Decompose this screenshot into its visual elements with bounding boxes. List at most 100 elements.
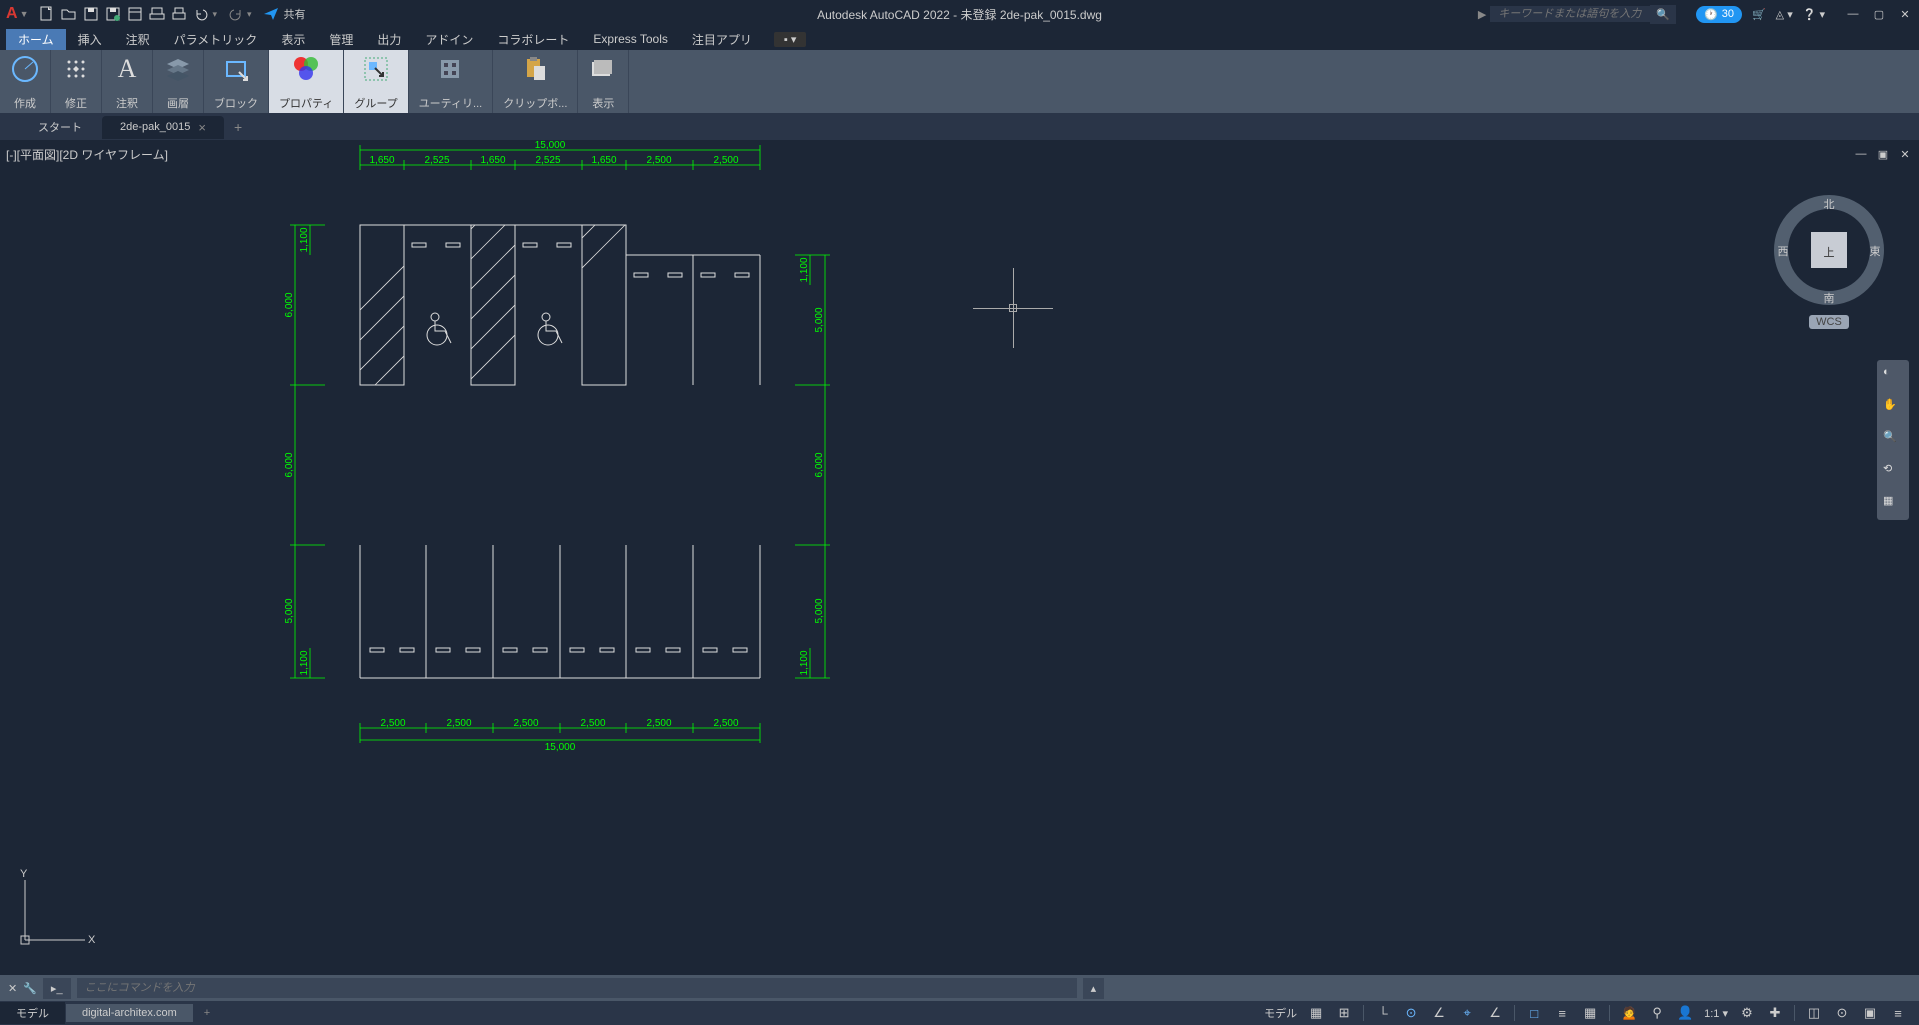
cmd-customize-icon[interactable]: 🔧 [23, 982, 37, 995]
open-icon[interactable] [59, 4, 79, 24]
share-icon[interactable] [261, 4, 281, 24]
close-button[interactable]: ✕ [1897, 6, 1913, 22]
vp-close-icon[interactable]: ✕ [1897, 146, 1913, 162]
minimize-button[interactable]: — [1845, 6, 1861, 22]
search-input[interactable] [1490, 6, 1650, 22]
status-tab-model[interactable]: モデル [0, 1002, 65, 1024]
undo-icon[interactable] [191, 4, 211, 24]
cmd-expand-icon[interactable]: ▴ [1083, 978, 1105, 999]
annoscale-icon[interactable]: 🙍 [1616, 1002, 1642, 1024]
annomonitor-icon[interactable]: ✚ [1762, 1002, 1788, 1024]
block-icon [221, 54, 251, 84]
cleanscreen-icon[interactable]: ▣ [1857, 1002, 1883, 1024]
ribbon-annotation[interactable]: A 注釈 [102, 50, 153, 113]
viewcube[interactable]: 北 南 西 東 上 WCS [1769, 180, 1889, 300]
command-input[interactable] [77, 978, 1077, 998]
ribbon-clipboard[interactable]: クリップボ... [493, 50, 578, 113]
viewport-label[interactable]: [-][平面図][2D ワイヤフレーム] [6, 146, 168, 163]
menu-manage[interactable]: 管理 [317, 29, 365, 50]
redo-icon[interactable] [226, 4, 246, 24]
annoauto-icon[interactable]: 👤 [1672, 1002, 1698, 1024]
properties-icon [291, 54, 321, 84]
ribbon-layers[interactable]: 画層 [153, 50, 204, 113]
status-tab-add[interactable]: + [194, 1004, 220, 1022]
save-icon[interactable] [81, 4, 101, 24]
otrack-icon[interactable]: ∠ [1482, 1002, 1508, 1024]
svg-text:1,650: 1,650 [591, 155, 616, 166]
trial-days: 30 [1722, 8, 1734, 20]
menu-home[interactable]: ホーム [6, 29, 66, 50]
maximize-button[interactable]: ▢ [1871, 6, 1887, 22]
group-icon [361, 54, 391, 84]
ribbon-modify[interactable]: 修正 [51, 50, 102, 113]
lineweight-icon[interactable]: ≡ [1549, 1002, 1575, 1024]
polar-icon[interactable]: ⊙ [1398, 1002, 1424, 1024]
ribbon-block[interactable]: ブロック [204, 50, 269, 113]
status-model-label[interactable]: モデル [1260, 1005, 1301, 1021]
account-icon[interactable]: ◬ ▾ [1776, 8, 1793, 21]
svg-text:5,000: 5,000 [814, 598, 825, 623]
ribbon-utilities[interactable]: ユーティリ... [409, 50, 494, 113]
svg-text:15,000: 15,000 [535, 140, 566, 151]
menu-output[interactable]: 出力 [365, 29, 413, 50]
menu-view[interactable]: 表示 [269, 29, 317, 50]
new-icon[interactable] [37, 4, 57, 24]
pan-icon[interactable]: ✋ [1883, 398, 1903, 418]
cmd-close-icon[interactable]: ✕ [8, 982, 17, 995]
showmotion-icon[interactable]: ▦ [1883, 494, 1903, 514]
web-icon[interactable] [125, 4, 145, 24]
share-label[interactable]: 共有 [284, 6, 306, 22]
customize-icon[interactable]: ≡ [1885, 1002, 1911, 1024]
vp-minimize-icon[interactable]: — [1853, 146, 1869, 162]
menu-collaborate[interactable]: コラボレート [485, 29, 581, 50]
menu-express[interactable]: Express Tools [581, 30, 679, 48]
menu-addins[interactable]: アドイン [413, 29, 485, 50]
undo-dropdown[interactable]: ▾ [212, 9, 217, 20]
fullnav-icon[interactable]: ◐ [1883, 366, 1903, 386]
plot-icon[interactable] [147, 4, 167, 24]
menu-insert[interactable]: 挿入 [66, 29, 114, 50]
zoom-icon[interactable]: 🔍 [1883, 430, 1903, 450]
cart-icon[interactable]: 🛒 [1752, 8, 1766, 21]
ribbon-view[interactable]: 表示 [578, 50, 629, 113]
vp-maximize-icon[interactable]: ▣ [1875, 146, 1891, 162]
ribbon-groups[interactable]: グループ [344, 50, 408, 113]
tab-start[interactable]: スタート [20, 115, 100, 139]
hardware-icon[interactable]: ⊙ [1829, 1002, 1855, 1024]
menu-annotate[interactable]: 注釈 [114, 29, 162, 50]
tab-file[interactable]: 2de-pak_0015 × [102, 116, 224, 139]
snapmode-icon[interactable]: ⊞ [1331, 1002, 1357, 1024]
trial-badge[interactable]: 🕐 30 [1696, 6, 1742, 23]
scale-label[interactable]: 1:1 ▾ [1700, 1007, 1732, 1020]
object-snap-icon[interactable]: □ [1521, 1002, 1547, 1024]
utilities-icon [435, 54, 465, 84]
move-icon [61, 54, 91, 84]
isodraft-icon[interactable]: ∠ [1426, 1002, 1452, 1024]
redo-dropdown[interactable]: ▾ [247, 9, 252, 20]
tab-label: スタート [38, 119, 82, 135]
menu-parametric[interactable]: パラメトリック [162, 29, 270, 50]
orbit-icon[interactable]: ⟲ [1883, 462, 1903, 482]
osnap-icon[interactable]: ⌖ [1454, 1002, 1480, 1024]
help-icon[interactable]: ❔ ▾ [1803, 8, 1825, 21]
svg-text:15,000: 15,000 [545, 742, 576, 753]
saveas-icon[interactable] [103, 4, 123, 24]
drawing-canvas[interactable]: [-][平面図][2D ワイヤフレーム] — ▣ ✕ 15,000 1,650 … [0, 140, 1919, 975]
print-icon[interactable] [169, 4, 189, 24]
app-menu-arrow[interactable]: ▼ [20, 9, 29, 19]
tab-close-icon[interactable]: × [198, 120, 206, 135]
search-icon[interactable]: 🔍 [1650, 5, 1676, 24]
annoall-icon[interactable]: ⚲ [1644, 1002, 1670, 1024]
svg-text:2,500: 2,500 [446, 718, 471, 729]
ribbon-draw[interactable]: 作成 [0, 50, 51, 113]
menu-switch[interactable]: ▪ ▾ [774, 32, 806, 47]
isolate-icon[interactable]: ◫ [1801, 1002, 1827, 1024]
transparency-icon[interactable]: ▦ [1577, 1002, 1603, 1024]
grid-icon[interactable]: ▦ [1303, 1002, 1329, 1024]
status-tab-layout[interactable]: digital-architex.com [66, 1004, 193, 1022]
menu-featured[interactable]: 注目アプリ [680, 29, 764, 50]
ortho-icon[interactable]: └ [1370, 1002, 1396, 1024]
ribbon-properties[interactable]: プロパティ [269, 50, 344, 113]
workspace-icon[interactable]: ⚙ [1734, 1002, 1760, 1024]
tab-add-button[interactable]: + [226, 119, 250, 135]
